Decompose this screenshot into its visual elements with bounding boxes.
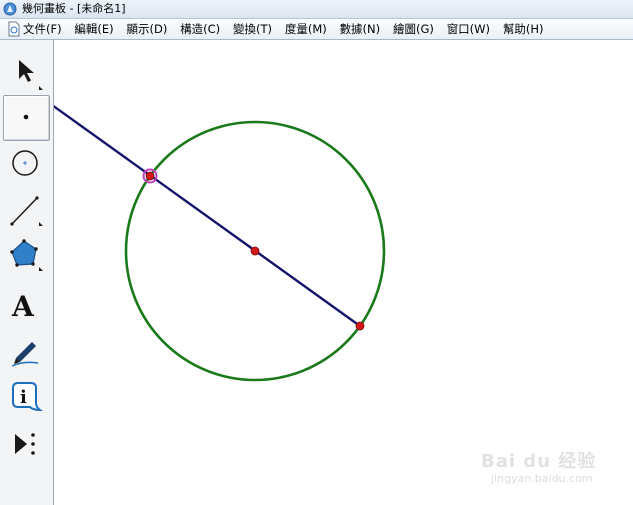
segment-icon [10,196,43,226]
toolbox: A i [0,40,54,505]
straightedge-tool[interactable] [3,188,48,232]
info-icon: i [12,382,43,412]
text-tool[interactable]: A [3,283,48,327]
menu-construct[interactable]: 構造(C) [177,22,223,36]
menu-transform[interactable]: 變換(T) [230,22,275,36]
custom-tool[interactable] [3,423,48,467]
pen-marker-icon [11,342,39,367]
menu-measure[interactable]: 度量(M) [282,22,330,36]
menu-file[interactable]: 文件(F) [20,22,65,36]
point-on-circle[interactable] [145,171,155,181]
watermark-site: jingyan.baidu.com [491,472,593,485]
menu-display[interactable]: 顯示(D) [124,22,171,36]
text-a-icon: A [11,290,35,323]
custom-tools-icon [15,433,35,455]
menu-graph[interactable]: 繪圖(G) [390,22,437,36]
title-bar: 幾何畫板 - [未命名1] [0,0,633,19]
compass-tool[interactable] [3,141,48,185]
arrow-tool[interactable] [3,46,48,90]
watermark: Bai du 经验 jingyan.baidu.com [481,447,601,491]
polygon-tool[interactable] [3,235,48,279]
menu-items: 文件(F) 編輯(E) 顯示(D) 構造(C) 變換(T) 度量(M) 數據(N… [20,22,549,38]
watermark-brand: Bai du 经验 [481,451,597,472]
menu-bar: 文件(F) 編輯(E) 顯示(D) 構造(C) 變換(T) 度量(M) 數據(N… [0,19,633,40]
text-tool-label: A [11,290,35,323]
sketch-canvas[interactable]: Bai du 经验 jingyan.baidu.com [54,40,633,505]
menu-help[interactable]: 幫助(H) [500,22,547,36]
info-tool[interactable]: i [3,376,48,420]
point-icon [23,114,29,120]
menu-window[interactable]: 窗口(W) [444,22,493,36]
pentagon-icon [10,239,43,271]
line-end-point[interactable] [355,321,365,331]
document-icon[interactable] [7,21,21,37]
line[interactable] [54,104,361,327]
marker-tool[interactable] [3,330,48,374]
circle-center-point[interactable] [250,246,260,256]
menu-edit[interactable]: 編輯(E) [71,22,116,36]
menu-data[interactable]: 數據(N) [337,22,384,36]
geometry-drawing [54,104,386,382]
window-title: 幾何畫板 - [未命名1] [22,2,126,15]
circle-compass-icon [12,150,38,176]
app-logo-icon [3,2,17,16]
point-tool[interactable] [3,95,50,141]
arrow-select-icon [19,60,43,90]
info-tool-label: i [20,387,27,408]
